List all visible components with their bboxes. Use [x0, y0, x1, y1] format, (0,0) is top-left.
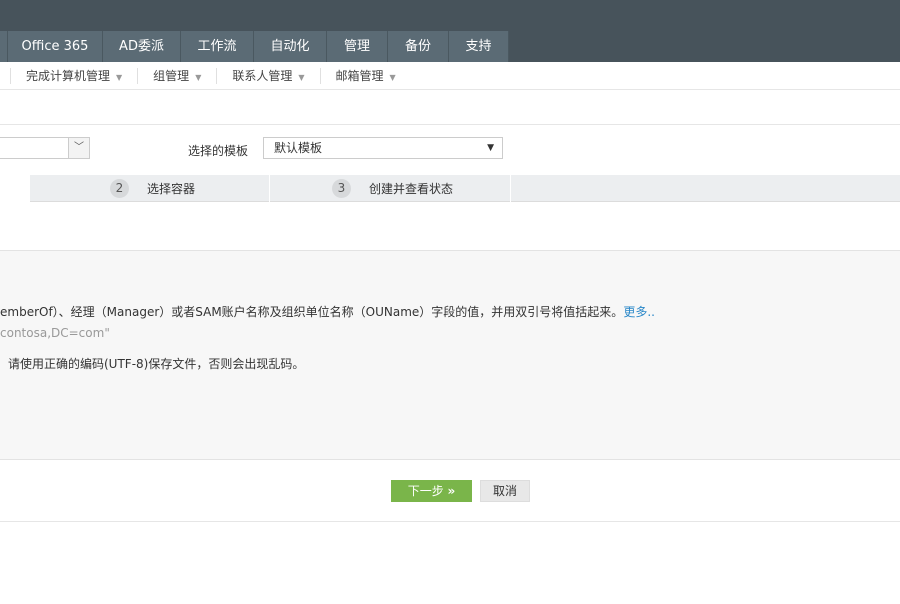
- tab-support[interactable]: 支持: [449, 31, 509, 62]
- caret-down-icon: ▼: [195, 72, 202, 82]
- tab-ad-delegation[interactable]: AD委派: [103, 31, 181, 62]
- step-number: 3: [332, 179, 351, 198]
- subnav-contact-management[interactable]: 联系人管理 ▼: [216, 67, 319, 84]
- wizard-steps: 2 选择容器 3 创建并查看状态: [30, 175, 900, 202]
- template-select[interactable]: 默认模板 ▼: [263, 137, 503, 159]
- next-label: 下一步: [407, 484, 444, 498]
- divider: [0, 521, 900, 522]
- step-label: 选择容器: [147, 182, 196, 196]
- tab-backup[interactable]: 备份: [388, 31, 449, 62]
- info-text: emberOf）、经理（Manager）或者SAM账户名称及组织单位名称（OUN…: [0, 305, 624, 319]
- main-nav-tabs: Office 365 AD委派 工作流 自动化 管理 备份 支持: [0, 31, 509, 62]
- info-panel: emberOf）、经理（Manager）或者SAM账户名称及组织单位名称（OUN…: [0, 250, 900, 460]
- step-select-container: 2 选择容器: [30, 175, 270, 202]
- chevron-down-icon[interactable]: ﹀: [68, 138, 89, 158]
- info-line-1: emberOf）、经理（Manager）或者SAM账户名称及组织单位名称（OUN…: [0, 303, 655, 320]
- step-label: 创建并查看状态: [369, 182, 454, 196]
- sub-nav: 完成计算机管理 ▼ 组管理 ▼ 联系人管理 ▼ 邮箱管理 ▼: [0, 62, 900, 90]
- step-number: 2: [110, 179, 129, 198]
- template-value: 默认模板: [274, 141, 323, 155]
- tab-automation[interactable]: 自动化: [254, 31, 327, 62]
- container-select[interactable]: ﹀: [0, 137, 90, 159]
- info-line-3: 请使用正确的编码(UTF-8)保存文件，否则会出现乱码。: [8, 357, 305, 371]
- divider: [0, 124, 900, 125]
- template-label: 选择的模板: [188, 144, 249, 158]
- subnav-label: 邮箱管理: [335, 68, 384, 83]
- next-button[interactable]: 下一步 »: [391, 480, 472, 502]
- cancel-button[interactable]: 取消: [480, 480, 530, 502]
- double-chevron-right-icon: »: [447, 484, 456, 498]
- more-link[interactable]: 更多..: [623, 305, 655, 319]
- tab-partial[interactable]: [0, 31, 8, 62]
- subnav-mailbox-management[interactable]: 邮箱管理 ▼: [319, 67, 411, 84]
- caret-down-icon: ▼: [298, 72, 305, 82]
- caret-down-icon: ▼: [116, 72, 123, 82]
- subnav-label: 组管理: [153, 68, 190, 83]
- tab-workflow[interactable]: 工作流: [181, 31, 254, 62]
- step-create-status: 3 创建并查看状态: [270, 175, 511, 202]
- subnav-computer-management[interactable]: 完成计算机管理 ▼: [10, 67, 137, 84]
- subnav-label: 联系人管理: [232, 68, 293, 83]
- tab-management[interactable]: 管理: [327, 31, 388, 62]
- subnav-group-management[interactable]: 组管理 ▼: [137, 67, 216, 84]
- caret-down-icon: ▼: [389, 72, 396, 82]
- info-line-2: contosa,DC=com": [0, 326, 110, 340]
- subnav-label: 完成计算机管理: [26, 68, 111, 83]
- tab-office365[interactable]: Office 365: [8, 31, 103, 62]
- caret-down-icon: ▼: [487, 143, 494, 153]
